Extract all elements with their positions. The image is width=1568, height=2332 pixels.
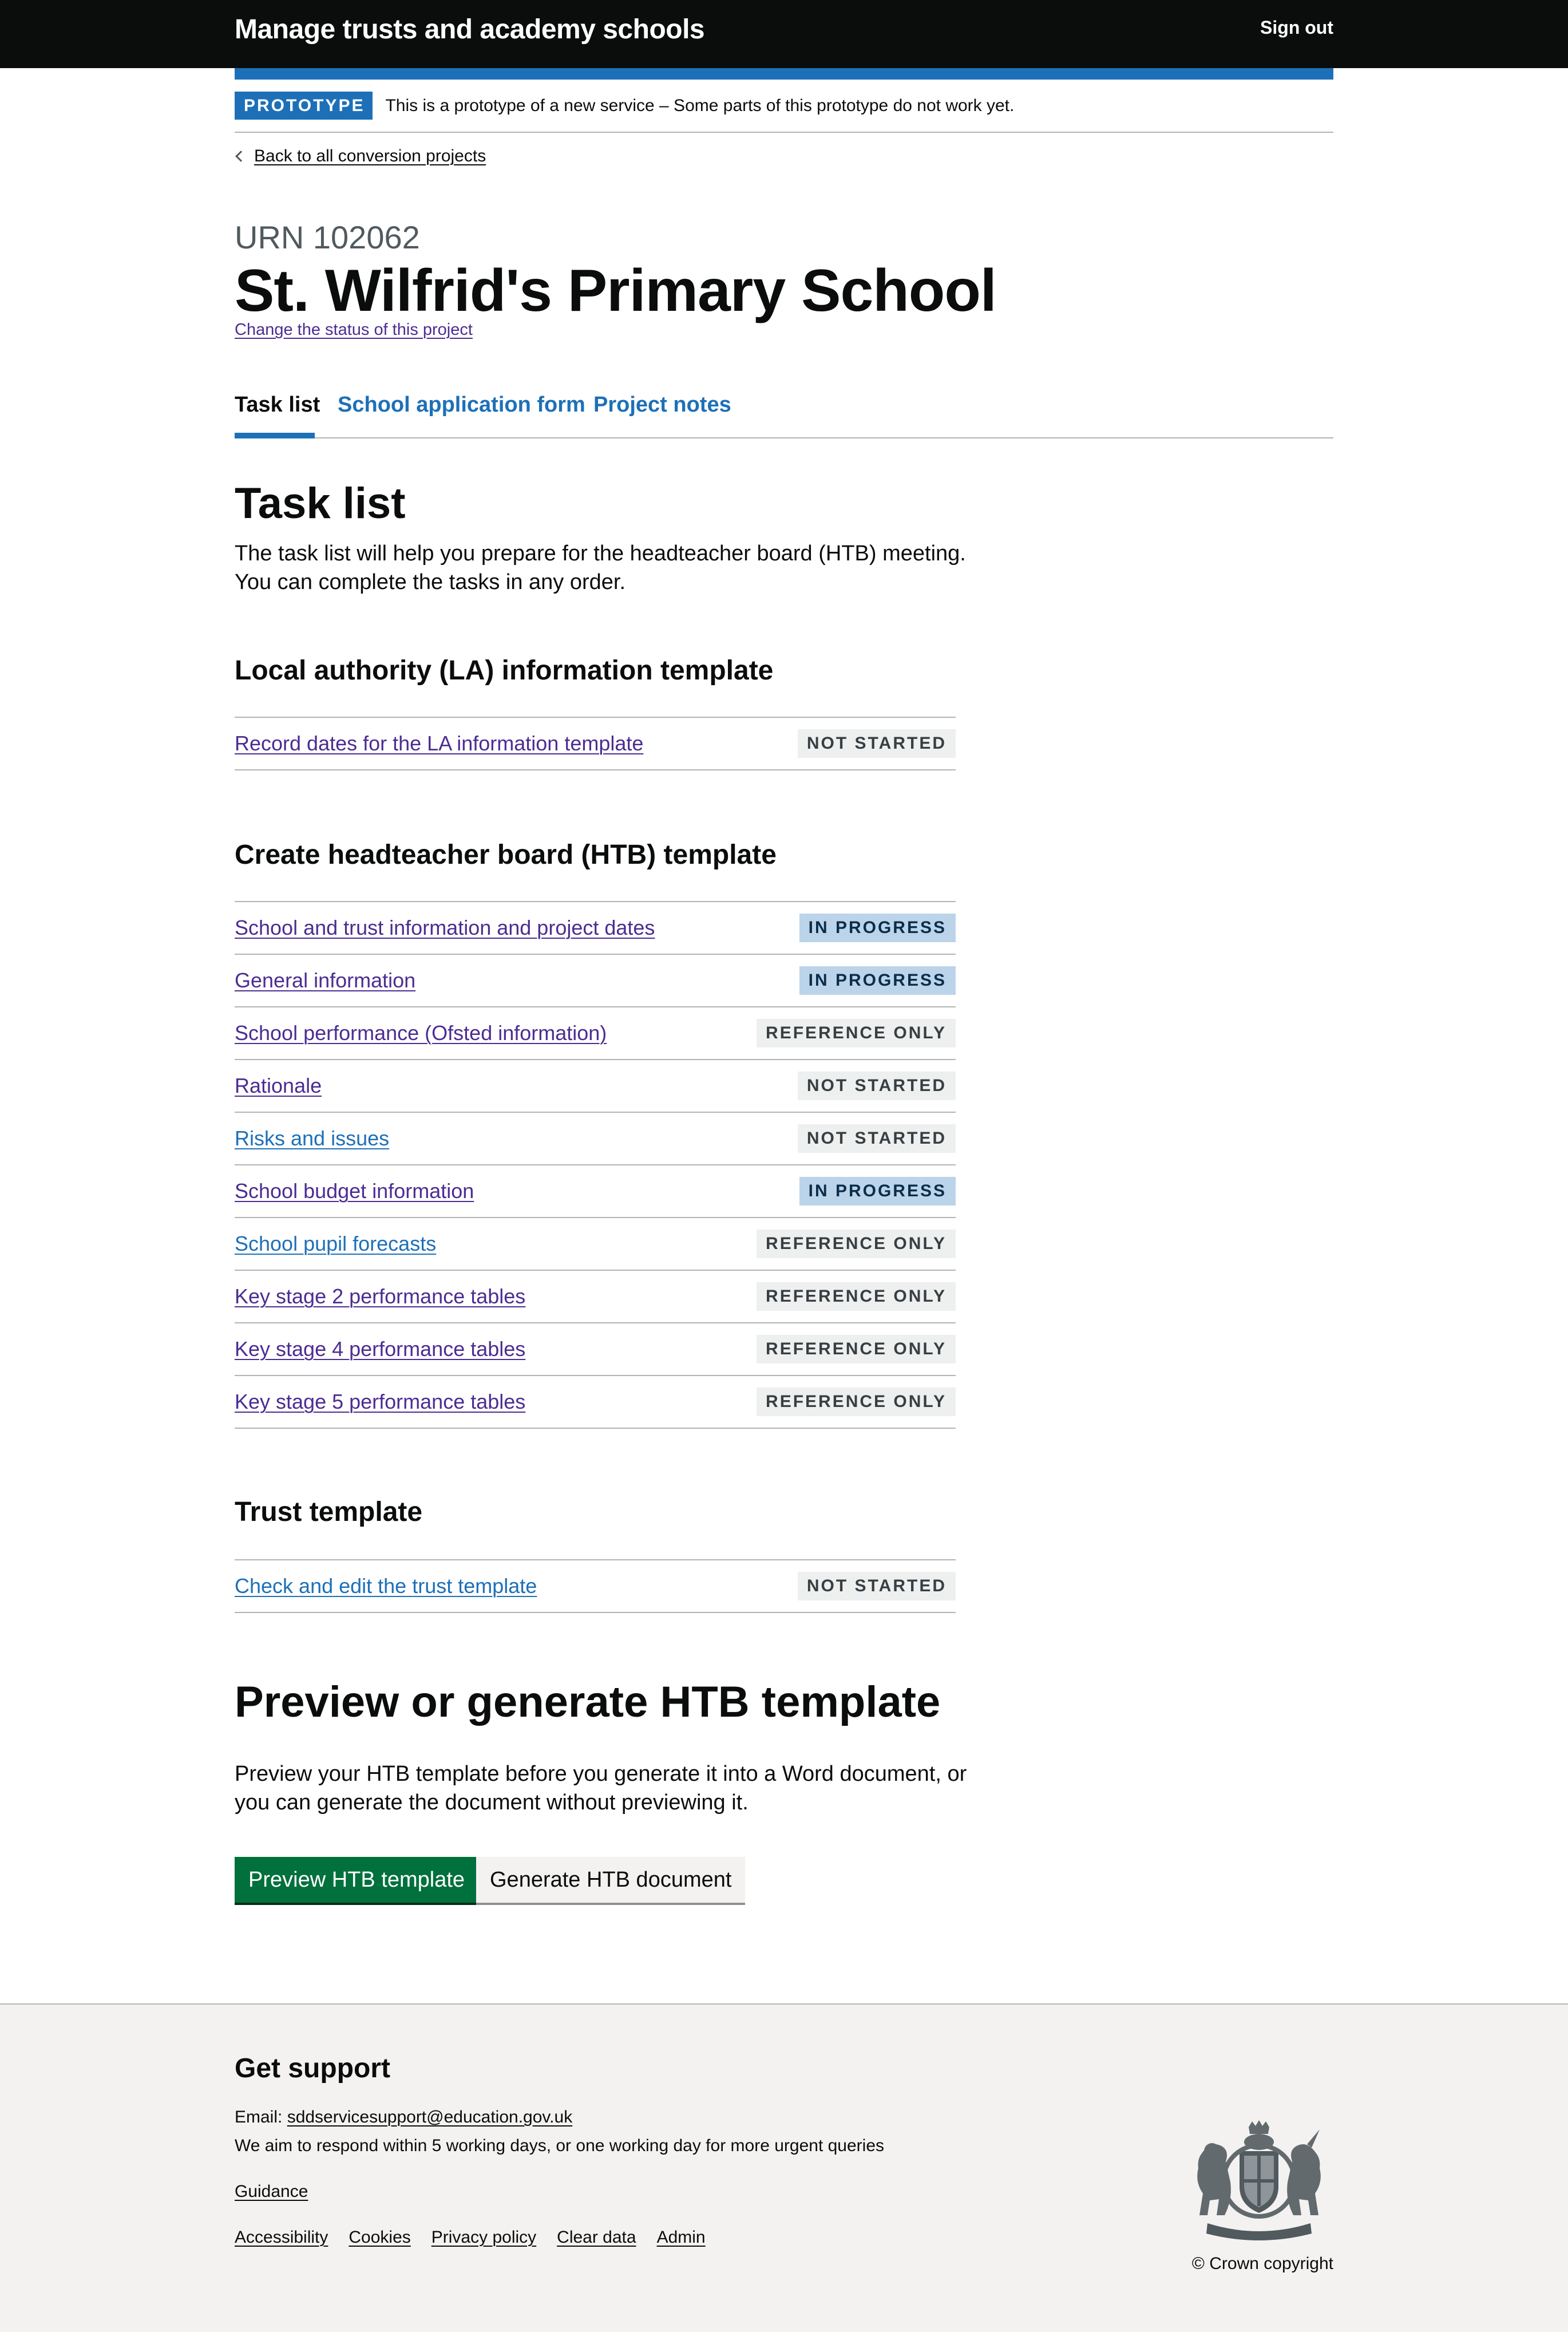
task-link-general-information[interactable]: General information	[235, 969, 415, 993]
change-status-link[interactable]: Change the status of this project	[235, 321, 473, 339]
status-badge: NOT STARTED	[797, 1572, 956, 1600]
section-heading-htb-template: Create headteacher board (HTB) template	[235, 840, 777, 870]
support-email-link[interactable]: sddservicesupport@education.gov.uk	[287, 2108, 573, 2127]
task-row: Check and edit the trust template NOT ST…	[235, 1560, 956, 1613]
task-link-school-trust-info[interactable]: School and trust information and project…	[235, 916, 655, 940]
intro-line-2: You can complete the tasks in any order.	[235, 570, 626, 594]
task-link-pupil-forecasts[interactable]: School pupil forecasts	[235, 1232, 436, 1256]
task-list-trust: Check and edit the trust template NOT ST…	[235, 1559, 956, 1613]
task-link-ks5-tables[interactable]: Key stage 5 performance tables	[235, 1390, 525, 1414]
footer-link-accessibility[interactable]: Accessibility	[235, 2228, 328, 2247]
email-label: Email:	[235, 2108, 287, 2127]
preview-heading: Preview or generate HTB template	[235, 1678, 941, 1726]
status-badge: REFERENCE ONLY	[757, 1019, 956, 1048]
phase-banner-text: This is a prototype of a new service – S…	[385, 96, 1015, 115]
task-link-trust-template[interactable]: Check and edit the trust template	[235, 1574, 537, 1598]
task-row: School budget information IN PROGRESS	[235, 1165, 956, 1218]
task-link-school-performance[interactable]: School performance (Ofsted information)	[235, 1021, 607, 1045]
generate-htb-button[interactable]: Generate HTB document	[476, 1857, 746, 1903]
tab-task-list[interactable]: Task list	[235, 393, 320, 417]
crown-copyright: © Crown copyright	[1191, 2254, 1333, 2273]
urn-caption: URN 102062	[235, 219, 420, 255]
task-link-school-budget[interactable]: School budget information	[235, 1179, 474, 1203]
task-list-la: Record dates for the LA information temp…	[235, 717, 956, 770]
section-heading-trust-template: Trust template	[235, 1497, 423, 1527]
sub-navigation-tabs: Task list School application form Projec…	[235, 385, 1333, 438]
preview-htb-button[interactable]: Preview HTB template	[235, 1857, 479, 1903]
service-name[interactable]: Manage trusts and academy schools	[235, 14, 705, 45]
status-badge: IN PROGRESS	[799, 1177, 956, 1205]
tab-project-notes[interactable]: Project notes	[593, 393, 731, 417]
sign-out-link[interactable]: Sign out	[1260, 17, 1333, 38]
status-badge: REFERENCE ONLY	[757, 1335, 956, 1363]
task-link-rationale[interactable]: Rationale	[235, 1074, 322, 1098]
status-badge: NOT STARTED	[797, 1072, 956, 1100]
site-header: Manage trusts and academy schools Sign o…	[0, 0, 1568, 68]
preview-text-line-1: Preview your HTB template before you gen…	[235, 1762, 967, 1786]
site-footer: Get support Email: sddservicesupport@edu…	[0, 2003, 1568, 2332]
support-heading: Get support	[235, 2053, 390, 2084]
footer-link-privacy-policy[interactable]: Privacy policy	[431, 2228, 536, 2247]
chevron-left-icon	[235, 151, 247, 162]
task-row: General information IN PROGRESS	[235, 955, 956, 1007]
header-accent-bar	[235, 68, 1333, 80]
status-badge: REFERENCE ONLY	[757, 1282, 956, 1311]
back-link[interactable]: Back to all conversion projects	[254, 147, 486, 166]
footer-link-admin[interactable]: Admin	[657, 2228, 706, 2247]
active-tab-indicator	[235, 433, 315, 438]
footer-link-cookies[interactable]: Cookies	[349, 2228, 410, 2247]
back-link-container: Back to all conversion projects	[235, 147, 486, 166]
intro-line-1: The task list will help you prepare for …	[235, 542, 966, 566]
status-badge: NOT STARTED	[797, 729, 956, 758]
page-title: St. Wilfrid's Primary School	[235, 258, 997, 324]
task-list-htb: School and trust information and project…	[235, 901, 956, 1429]
task-row: Key stage 5 performance tables REFERENCE…	[235, 1376, 956, 1429]
task-link-risks-issues[interactable]: Risks and issues	[235, 1127, 389, 1151]
task-row: Rationale NOT STARTED	[235, 1060, 956, 1113]
response-note: We aim to respond within 5 working days,…	[235, 2136, 885, 2155]
task-link-ks2-tables[interactable]: Key stage 2 performance tables	[235, 1284, 525, 1309]
task-list-intro: The task list will help you prepare for …	[235, 539, 979, 596]
task-row: School performance (Ofsted information) …	[235, 1007, 956, 1060]
status-badge: NOT STARTED	[797, 1124, 956, 1153]
phase-banner: PROTOTYPE This is a prototype of a new s…	[235, 92, 1333, 133]
footer-links: Accessibility Cookies Privacy policy Cle…	[235, 2228, 706, 2247]
task-link-record-dates[interactable]: Record dates for the LA information temp…	[235, 732, 643, 756]
status-badge: REFERENCE ONLY	[757, 1388, 956, 1416]
preview-text: Preview your HTB template before you gen…	[235, 1760, 979, 1817]
royal-coat-of-arms-icon	[1197, 2120, 1321, 2240]
prototype-tag: PROTOTYPE	[235, 92, 373, 120]
task-row: Risks and issues NOT STARTED	[235, 1113, 956, 1165]
tab-school-application-form[interactable]: School application form	[338, 393, 585, 417]
task-row: School pupil forecasts REFERENCE ONLY	[235, 1218, 956, 1271]
task-list-heading: Task list	[235, 479, 406, 528]
section-heading-la-template: Local authority (LA) information templat…	[235, 655, 774, 686]
footer-link-clear-data[interactable]: Clear data	[557, 2228, 636, 2247]
status-badge: IN PROGRESS	[799, 966, 956, 995]
status-badge: REFERENCE ONLY	[757, 1230, 956, 1258]
task-row: Record dates for the LA information temp…	[235, 718, 956, 770]
preview-text-line-2: you can generate the document without pr…	[235, 1790, 749, 1815]
task-row: School and trust information and project…	[235, 902, 956, 955]
support-email: Email: sddservicesupport@education.gov.u…	[235, 2108, 572, 2127]
task-link-ks4-tables[interactable]: Key stage 4 performance tables	[235, 1337, 525, 1361]
task-row: Key stage 4 performance tables REFERENCE…	[235, 1323, 956, 1376]
task-row: Key stage 2 performance tables REFERENCE…	[235, 1271, 956, 1323]
guidance-link[interactable]: Guidance	[235, 2182, 308, 2201]
status-badge: IN PROGRESS	[799, 914, 956, 942]
